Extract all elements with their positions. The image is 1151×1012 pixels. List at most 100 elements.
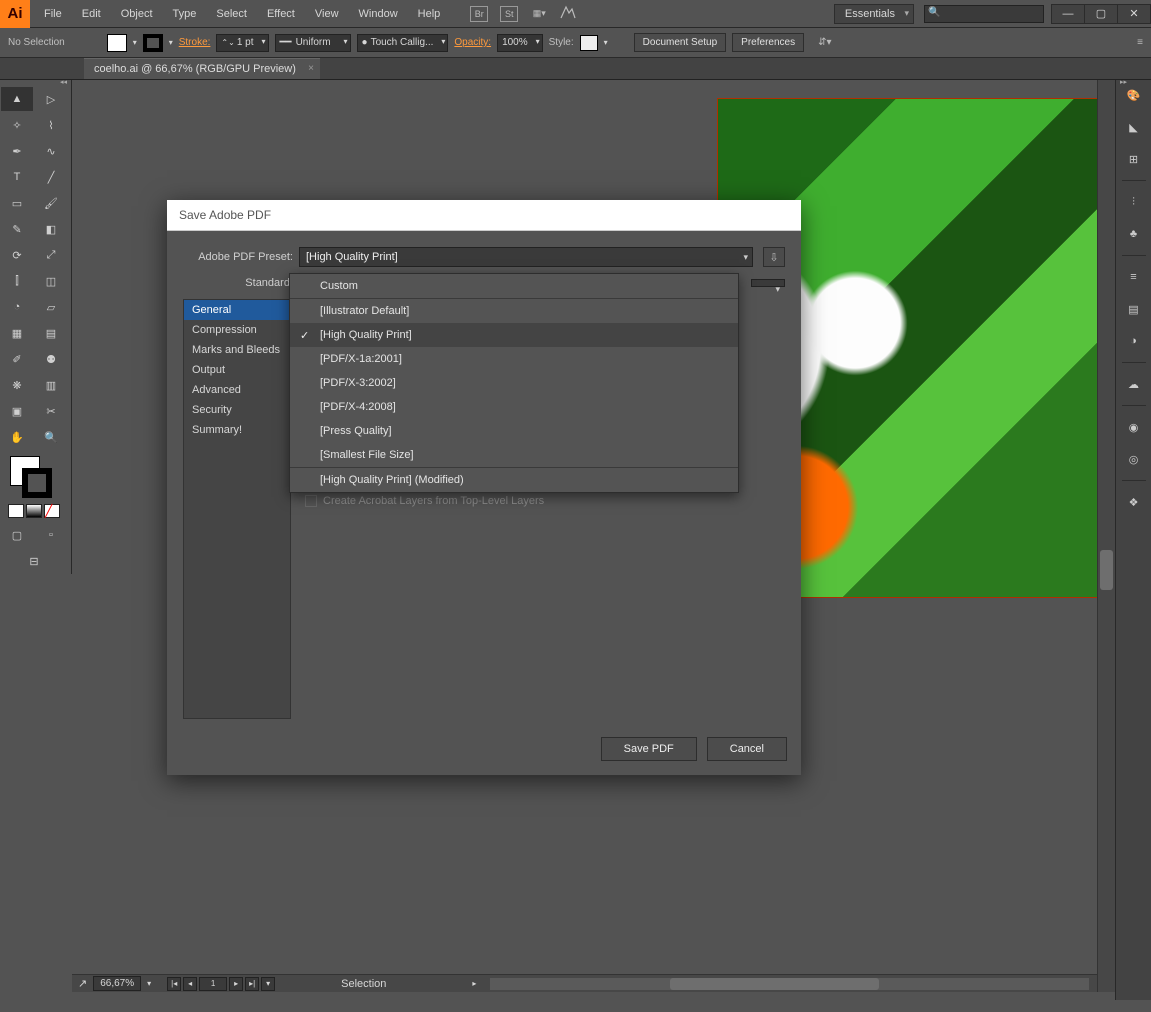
preset-option-hqprint[interactable]: [High Quality Print] bbox=[290, 323, 738, 347]
horizontal-scrollbar[interactable] bbox=[490, 978, 1089, 990]
symbols-panel-icon[interactable]: ♣ bbox=[1123, 223, 1145, 245]
rotate-tool[interactable]: ⟳ bbox=[1, 243, 33, 267]
artboard-list[interactable]: ▾ bbox=[261, 977, 275, 991]
cat-compression[interactable]: Compression bbox=[184, 320, 290, 340]
fill-stroke-control[interactable] bbox=[10, 456, 54, 500]
transparency-panel-icon[interactable]: ◑ bbox=[1123, 330, 1145, 352]
type-tool[interactable]: T bbox=[1, 165, 33, 189]
gradient-tool[interactable]: ▤ bbox=[35, 321, 67, 345]
first-artboard[interactable]: |◂ bbox=[167, 977, 181, 991]
screen-mode[interactable]: ▢ bbox=[1, 523, 33, 547]
shaper-tool[interactable]: ✎ bbox=[1, 217, 33, 241]
compatibility-combo[interactable] bbox=[751, 279, 785, 287]
preset-option-custom[interactable]: Custom bbox=[290, 274, 738, 298]
stroke-profile[interactable]: ━━ Uniform bbox=[275, 34, 351, 52]
gpu-icon[interactable] bbox=[560, 5, 578, 22]
color-panel-icon[interactable]: 🎨 bbox=[1123, 84, 1145, 106]
symbol-sprayer-tool[interactable]: ❋ bbox=[1, 373, 33, 397]
color-mode[interactable] bbox=[8, 504, 24, 518]
cat-marks[interactable]: Marks and Bleeds bbox=[184, 340, 290, 360]
save-pdf-button[interactable]: Save PDF bbox=[601, 737, 697, 761]
search-input[interactable] bbox=[924, 5, 1044, 23]
graphic-style[interactable] bbox=[580, 35, 598, 51]
opacity-value[interactable]: 100% bbox=[497, 34, 543, 52]
minimize-button[interactable]: — bbox=[1051, 4, 1085, 24]
menu-select[interactable]: Select bbox=[206, 2, 257, 26]
maximize-button[interactable]: ▢ bbox=[1084, 4, 1118, 24]
stroke-weight[interactable]: ⌃⌄1 pt bbox=[216, 34, 268, 52]
libraries-panel-icon[interactable]: ☁ bbox=[1123, 373, 1145, 395]
cat-general[interactable]: General bbox=[184, 300, 290, 320]
change-screen-mode[interactable]: ▫ bbox=[35, 523, 67, 547]
document-setup-button[interactable]: Document Setup bbox=[634, 33, 727, 52]
preset-option-default[interactable]: [Illustrator Default] bbox=[290, 298, 738, 323]
layers-panel-icon[interactable]: ❖ bbox=[1123, 491, 1145, 513]
preset-option-x1a[interactable]: [PDF/X-1a:2001] bbox=[290, 347, 738, 371]
next-artboard[interactable]: ▸ bbox=[229, 977, 243, 991]
document-tab[interactable]: coelho.ai @ 66,67% (RGB/GPU Preview) × bbox=[84, 58, 320, 79]
vertical-scrollbar[interactable] bbox=[1097, 80, 1115, 992]
menu-file[interactable]: File bbox=[34, 2, 72, 26]
close-tab-icon[interactable]: × bbox=[308, 63, 314, 74]
brushes-panel-icon[interactable]: ⫶ bbox=[1123, 191, 1145, 213]
options-overflow-icon[interactable]: ≡ bbox=[1137, 37, 1143, 48]
menu-view[interactable]: View bbox=[305, 2, 349, 26]
rectangle-tool[interactable]: ▭ bbox=[1, 191, 33, 215]
stock-icon[interactable]: St bbox=[500, 6, 518, 22]
paintbrush-tool[interactable]: 🖌 bbox=[35, 191, 67, 215]
share-icon[interactable]: ↗ bbox=[78, 977, 87, 990]
pen-tool[interactable]: ✒ bbox=[1, 139, 33, 163]
stroke-swatch[interactable] bbox=[143, 34, 163, 52]
appearance-panel-icon[interactable]: ◉ bbox=[1123, 416, 1145, 438]
brush-definition[interactable]: ● Touch Callig... bbox=[357, 34, 449, 52]
menu-edit[interactable]: Edit bbox=[72, 2, 111, 26]
menu-type[interactable]: Type bbox=[163, 2, 207, 26]
save-preset-icon[interactable]: ⇩ bbox=[763, 247, 785, 267]
menu-object[interactable]: Object bbox=[111, 2, 163, 26]
cat-output[interactable]: Output bbox=[184, 360, 290, 380]
color-guide-icon[interactable]: ◣ bbox=[1123, 116, 1145, 138]
zoom-tool[interactable]: 🔍 bbox=[35, 425, 67, 449]
cat-summary[interactable]: Summary! bbox=[184, 420, 290, 440]
cancel-button[interactable]: Cancel bbox=[707, 737, 787, 761]
shape-builder-tool[interactable]: ◔ bbox=[1, 295, 33, 319]
edit-toolbar[interactable]: ⊟ bbox=[1, 549, 67, 573]
direct-selection-tool[interactable]: ▷ bbox=[35, 87, 67, 111]
hand-tool[interactable]: ✋ bbox=[1, 425, 33, 449]
opacity-label[interactable]: Opacity: bbox=[454, 37, 491, 48]
prev-artboard[interactable]: ◂ bbox=[183, 977, 197, 991]
close-button[interactable]: ✕ bbox=[1117, 4, 1151, 24]
magic-wand-tool[interactable]: ✧ bbox=[1, 113, 33, 137]
stroke-label[interactable]: Stroke: bbox=[179, 37, 211, 48]
menu-help[interactable]: Help bbox=[408, 2, 451, 26]
zoom-level[interactable]: 66,67% bbox=[93, 976, 141, 991]
bridge-icon[interactable]: Br bbox=[470, 6, 488, 22]
mesh-tool[interactable]: ▦ bbox=[1, 321, 33, 345]
preset-option-smallest[interactable]: [Smallest File Size] bbox=[290, 443, 738, 467]
cat-security[interactable]: Security bbox=[184, 400, 290, 420]
none-mode[interactable]: ╱ bbox=[44, 504, 60, 518]
preset-option-press[interactable]: [Press Quality] bbox=[290, 419, 738, 443]
artboard-number[interactable]: 1 bbox=[199, 977, 227, 991]
stroke-panel-icon[interactable]: ≡ bbox=[1123, 266, 1145, 288]
gradient-panel-icon[interactable]: ▤ bbox=[1123, 298, 1145, 320]
free-transform-tool[interactable]: ◫ bbox=[35, 269, 67, 293]
status-menu-icon[interactable]: ▸ bbox=[472, 979, 476, 988]
cat-advanced[interactable]: Advanced bbox=[184, 380, 290, 400]
preset-combo[interactable]: [High Quality Print] bbox=[299, 247, 753, 267]
menu-window[interactable]: Window bbox=[349, 2, 408, 26]
line-tool[interactable]: ╱ bbox=[35, 165, 67, 189]
last-artboard[interactable]: ▸| bbox=[245, 977, 259, 991]
align-icon[interactable]: ⇵▾ bbox=[818, 37, 831, 48]
curvature-tool[interactable]: ∿ bbox=[35, 139, 67, 163]
gradient-mode[interactable] bbox=[26, 504, 42, 518]
graphic-styles-panel-icon[interactable]: ◎ bbox=[1123, 448, 1145, 470]
artboard-tool[interactable]: ▣ bbox=[1, 399, 33, 423]
fill-swatch[interactable] bbox=[107, 34, 127, 52]
scale-tool[interactable]: ⤢ bbox=[35, 243, 67, 267]
slice-tool[interactable]: ✂ bbox=[35, 399, 67, 423]
preferences-button[interactable]: Preferences bbox=[732, 33, 804, 52]
lasso-tool[interactable]: ⌇ bbox=[35, 113, 67, 137]
preset-option-x4[interactable]: [PDF/X-4:2008] bbox=[290, 395, 738, 419]
swatches-panel-icon[interactable]: ⊞ bbox=[1123, 148, 1145, 170]
